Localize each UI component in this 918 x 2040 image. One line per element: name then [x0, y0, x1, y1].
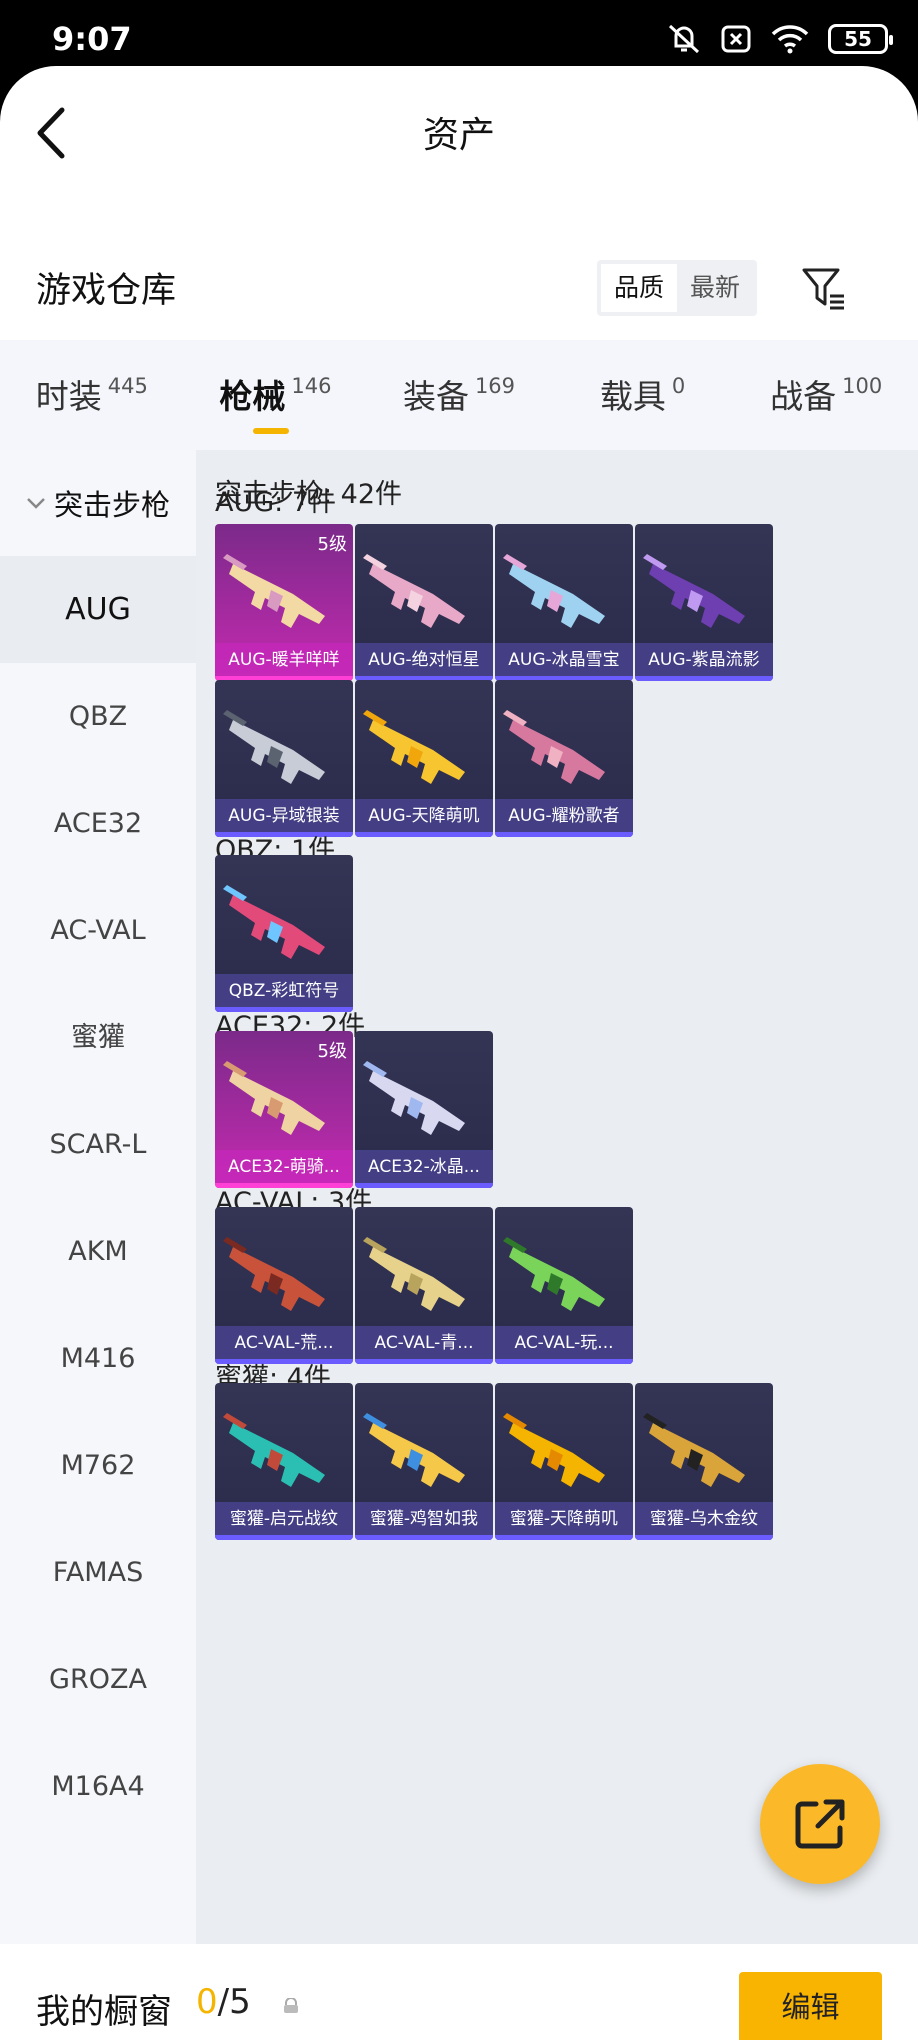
weapon-card-name: AUG-天降萌叽	[355, 799, 493, 837]
weapon-card-name: AUG-绝对恒星	[355, 643, 493, 681]
weapon-card[interactable]: QBZ-彩虹符号	[215, 855, 353, 1012]
sidebar-group-label: 突击步枪	[53, 488, 170, 522]
sidebar-item-qbz[interactable]: QBZ	[0, 663, 196, 770]
weapon-card[interactable]: AUG-耀粉歌者	[495, 680, 633, 837]
gun-image	[643, 1413, 745, 1487]
active-tab-indicator	[253, 428, 290, 434]
showcase-label: 我的橱窗	[36, 1992, 172, 2032]
gun-image	[503, 1413, 605, 1487]
level-badge: 5级	[317, 534, 347, 555]
weapon-card[interactable]: AUG-冰晶雪宝	[495, 524, 633, 681]
sidebar-item-scar-l[interactable]: SCAR-L	[0, 1091, 196, 1198]
gun-image	[503, 554, 605, 628]
sidebar-item-m416[interactable]: M416	[0, 1305, 196, 1412]
lock-icon	[284, 1998, 298, 2013]
gun-image	[223, 710, 325, 784]
weapon-card-name: 蜜獾-天降萌叽	[495, 1502, 633, 1540]
filter-icon[interactable]	[800, 264, 848, 312]
tab-vehicles[interactable]: 载具 0	[551, 340, 735, 450]
mute-icon	[668, 24, 700, 54]
weapon-card[interactable]: AC-VAL-青...	[355, 1207, 493, 1364]
gun-image	[643, 554, 745, 628]
battery-indicator: 55	[828, 24, 893, 54]
gun-image	[363, 710, 465, 784]
share-button[interactable]	[760, 1764, 880, 1884]
weapon-card[interactable]: AUG-紫晶流影	[635, 524, 773, 681]
tab-equipment[interactable]: 装备 169	[367, 340, 551, 450]
sort-newest-button[interactable]: 最新	[677, 264, 753, 312]
no-sim-icon	[721, 25, 751, 53]
category-tabs: 时装 445 枪械 146 装备 169 载具 0 战备 100	[0, 340, 918, 450]
weapon-card[interactable]: AUG-绝对恒星	[355, 524, 493, 681]
weapon-card-name: 蜜獾-鸡智如我	[355, 1502, 493, 1540]
weapon-card[interactable]: ACE32-冰晶...	[355, 1031, 493, 1188]
sort-toggle: 品质 最新	[597, 260, 757, 316]
tab-supplies[interactable]: 战备 100	[734, 340, 918, 450]
weapon-card-name: 蜜獾-乌木金纹	[635, 1502, 773, 1540]
sidebar-item-akm[interactable]: AKM	[0, 1198, 196, 1305]
warehouse-title: 游戏仓库	[36, 271, 177, 311]
weapon-card[interactable]: 蜜獾-启元战纹	[215, 1383, 353, 1540]
weapon-card[interactable]: AC-VAL-荒...	[215, 1207, 353, 1364]
showcase-bar: 我的橱窗 0/5 编辑	[0, 1944, 918, 2040]
weapon-card[interactable]: 蜜獾-乌木金纹	[635, 1383, 773, 1540]
sort-quality-button[interactable]: 品质	[601, 264, 677, 312]
weapon-card[interactable]: 蜜獾-天降萌叽	[495, 1383, 633, 1540]
sidebar-item-famas[interactable]: FAMAS	[0, 1519, 196, 1626]
sidebar-item-ac-val[interactable]: AC-VAL	[0, 877, 196, 984]
chevron-down-icon	[27, 498, 45, 509]
weapon-sidebar: 突击步枪 AUG QBZ ACE32 AC-VAL 蜜獾 SCAR-L AKM …	[0, 450, 196, 1944]
group-label: AUG: 7件	[215, 487, 337, 518]
status-time: 9:07	[52, 20, 132, 58]
weapon-card-name: AUG-耀粉歌者	[495, 799, 633, 837]
wifi-icon	[771, 25, 809, 54]
sidebar-item-m762[interactable]: M762	[0, 1412, 196, 1519]
showcase-count: 0/5	[196, 1982, 251, 2022]
weapon-grid: 突击步枪: 42件 AUG: 7件 5级 AUG-暖羊咩咩 AUG-绝对恒星 AUG-冰…	[196, 450, 918, 1944]
weapon-card-name: AUG-暖羊咩咩	[215, 643, 353, 681]
gun-image	[223, 1237, 325, 1311]
sidebar-group-header[interactable]: 突击步枪	[0, 450, 196, 556]
external-link-icon	[795, 1799, 845, 1849]
gun-image	[223, 1413, 325, 1487]
weapon-card-name: AUG-冰晶雪宝	[495, 643, 633, 681]
weapon-card[interactable]: AUG-异域银装	[215, 680, 353, 837]
weapon-card[interactable]: AUG-天降萌叽	[355, 680, 493, 837]
weapon-card[interactable]: 5级 AUG-暖羊咩咩	[215, 524, 353, 681]
gun-image	[363, 1413, 465, 1487]
edit-button[interactable]: 编辑	[739, 1972, 882, 2040]
sidebar-item-groza[interactable]: GROZA	[0, 1626, 196, 1733]
weapon-card-name: ACE32-冰晶...	[355, 1150, 493, 1188]
gun-image	[223, 885, 325, 959]
level-badge: 5级	[317, 1041, 347, 1062]
weapon-card-name: AC-VAL-青...	[355, 1326, 493, 1364]
gun-image	[503, 1237, 605, 1311]
sidebar-item-honey-badger[interactable]: 蜜獾	[0, 984, 196, 1091]
gun-image	[503, 710, 605, 784]
sidebar-item-ace32[interactable]: ACE32	[0, 770, 196, 877]
weapon-card-name: AUG-紫晶流影	[635, 643, 773, 681]
weapon-card[interactable]: 5级 ACE32-萌骑...	[215, 1031, 353, 1188]
sidebar-item-aug[interactable]: AUG	[0, 556, 196, 663]
app-screen: 资产 游戏仓库 品质 最新 时装 445 枪械 146 装备 169 载具 0 战备 10…	[0, 66, 918, 2040]
status-icons: 55	[666, 22, 893, 56]
gun-image	[363, 1061, 465, 1135]
weapon-card[interactable]: 蜜獾-鸡智如我	[355, 1383, 493, 1540]
tab-guns[interactable]: 枪械 146	[184, 340, 368, 450]
weapon-card[interactable]: AC-VAL-玩...	[495, 1207, 633, 1364]
status-bar: 9:07 55	[0, 0, 918, 70]
weapon-card-name: AC-VAL-玩...	[495, 1326, 633, 1364]
weapon-card-name: 蜜獾-启元战纹	[215, 1502, 353, 1540]
tab-fashion[interactable]: 时装 445	[0, 340, 184, 450]
sidebar-item-m16a4[interactable]: M16A4	[0, 1733, 196, 1840]
gun-image	[363, 554, 465, 628]
page-title: 资产	[422, 115, 495, 156]
gun-image	[363, 1237, 465, 1311]
